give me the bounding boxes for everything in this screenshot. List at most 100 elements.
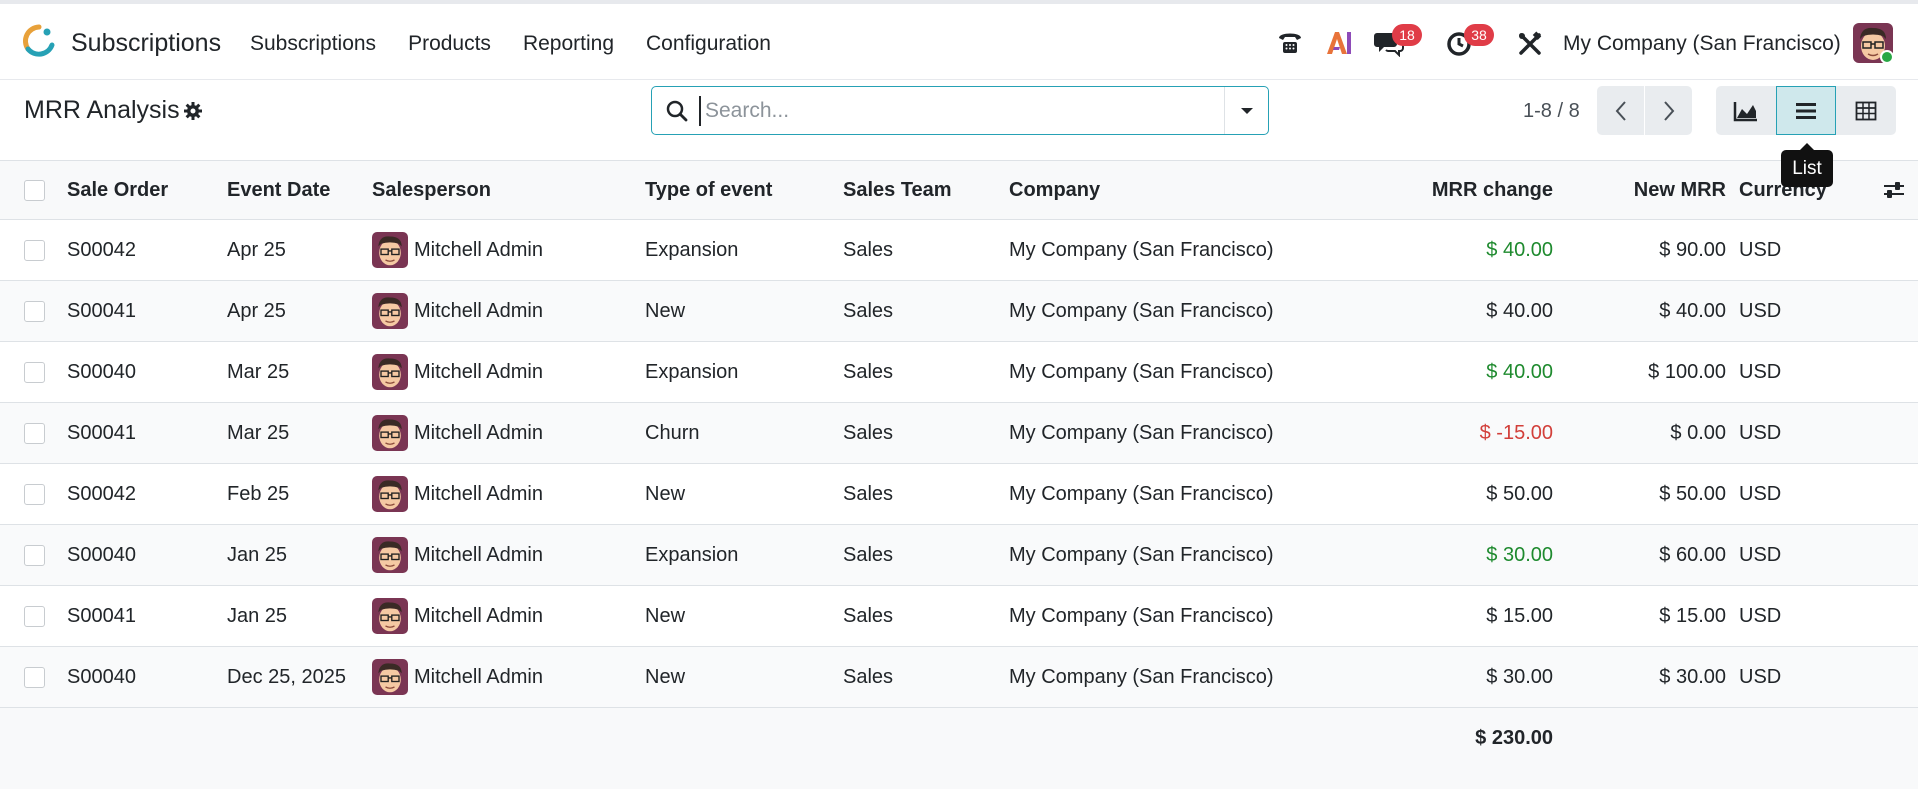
menu-subscriptions[interactable]: Subscriptions	[250, 32, 376, 56]
table-row[interactable]: S00041 Jan 25 Mitchell Admin New Sales M…	[0, 586, 1918, 647]
list-view-button[interactable]	[1776, 86, 1836, 135]
salesperson-avatar[interactable]	[372, 232, 408, 268]
area-chart-icon	[1733, 101, 1757, 121]
row-checkbox[interactable]	[24, 606, 45, 627]
column-header-salesperson[interactable]: Salesperson	[372, 161, 491, 219]
pivot-view-button[interactable]	[1836, 86, 1896, 135]
column-header-company[interactable]: Company	[1009, 161, 1100, 219]
company-switcher[interactable]: My Company (San Francisco)	[1563, 32, 1841, 56]
cell-sales-team: Sales	[843, 421, 894, 444]
subscriptions-logo-icon[interactable]	[22, 24, 56, 58]
column-header-event-date[interactable]: Event Date	[227, 161, 330, 219]
tooltip-arrow	[1800, 143, 1814, 150]
select-all-checkbox[interactable]	[24, 180, 45, 201]
cell-new-mrr: $ 30.00	[1659, 665, 1726, 688]
column-header-sale-order[interactable]: Sale Order	[67, 161, 168, 219]
table-row[interactable]: S00042 Apr 25 Mitchell Admin Expansion S…	[0, 220, 1918, 281]
cell-sales-team: Sales	[843, 543, 894, 566]
cell-type-of-event: New	[645, 482, 686, 505]
column-header-type-of-event[interactable]: Type of event	[645, 161, 772, 219]
cell-event-date: Mar 25	[227, 421, 290, 444]
search-options-toggle[interactable]	[1224, 87, 1268, 134]
menu-reporting[interactable]: Reporting	[523, 32, 614, 56]
column-header-new-mrr[interactable]: New MRR	[1560, 161, 1726, 219]
cell-salesperson: Mitchell Admin	[372, 586, 543, 646]
row-checkbox[interactable]	[24, 362, 45, 383]
cell-event-date: Jan 25	[227, 543, 288, 566]
pager-next-button[interactable]	[1645, 86, 1692, 135]
cell-event-date: Mar 25	[227, 360, 290, 383]
salesperson-name: Mitchell Admin	[414, 665, 543, 688]
cell-company: My Company (San Francisco)	[1009, 482, 1274, 505]
menu-products[interactable]: Products	[408, 32, 491, 56]
salesperson-avatar[interactable]	[372, 598, 408, 634]
cell-salesperson: Mitchell Admin	[372, 525, 543, 585]
avatar-image-icon	[372, 354, 408, 390]
search-bar	[651, 86, 1269, 135]
cell-sales-team: Sales	[843, 604, 894, 627]
graph-view-button[interactable]	[1716, 86, 1776, 135]
salesperson-avatar[interactable]	[372, 293, 408, 329]
table-row[interactable]: S00041 Mar 25 Mitchell Admin Churn Sales…	[0, 403, 1918, 464]
row-checkbox[interactable]	[24, 667, 45, 688]
row-checkbox[interactable]	[24, 484, 45, 505]
cell-new-mrr: $ 100.00	[1648, 360, 1726, 383]
salesperson-avatar[interactable]	[372, 476, 408, 512]
cell-mrr-change: $ 40.00	[1486, 238, 1553, 261]
row-checkbox[interactable]	[24, 301, 45, 322]
row-checkbox[interactable]	[24, 423, 45, 444]
app-name[interactable]: Subscriptions	[71, 29, 221, 58]
main-menu: Subscriptions Products Reporting Configu…	[250, 32, 803, 56]
column-header-sales-team[interactable]: Sales Team	[843, 161, 952, 219]
cell-currency: USD	[1739, 360, 1782, 383]
column-header-mrr-change[interactable]: MRR change	[1300, 161, 1553, 219]
mrr-list-table: Sale Order Event Date Salesperson Type o…	[0, 160, 1918, 768]
table-row[interactable]: S00040 Jan 25 Mitchell Admin Expansion S…	[0, 525, 1918, 586]
page-title[interactable]: MRR Analysis	[24, 96, 180, 125]
cell-type-of-event: Expansion	[645, 360, 739, 383]
table-row[interactable]: S00041 Apr 25 Mitchell Admin New Sales M…	[0, 281, 1918, 342]
row-checkbox[interactable]	[24, 240, 45, 261]
table-body: S00042 Apr 25 Mitchell Admin Expansion S…	[0, 220, 1918, 708]
cell-event-date: Dec 25, 2025	[227, 665, 346, 688]
chevron-left-icon	[1615, 100, 1626, 121]
salesperson-name: Mitchell Admin	[414, 543, 543, 566]
cell-salesperson: Mitchell Admin	[372, 403, 543, 463]
cell-sale-order: S00042	[67, 482, 136, 505]
cell-sale-order: S00042	[67, 238, 136, 261]
search-input[interactable]	[699, 96, 1199, 126]
table-row[interactable]: S00042 Feb 25 Mitchell Admin New Sales M…	[0, 464, 1918, 525]
pager-value[interactable]: 1-8 / 8	[1523, 100, 1580, 123]
row-checkbox[interactable]	[24, 545, 45, 566]
salesperson-avatar[interactable]	[372, 415, 408, 451]
table-row[interactable]: S00040 Dec 25, 2025 Mitchell Admin New S…	[0, 647, 1918, 708]
search-icon[interactable]	[666, 100, 688, 122]
salesperson-name: Mitchell Admin	[414, 238, 543, 261]
cell-mrr-change: $ 50.00	[1486, 482, 1553, 505]
tools-icon[interactable]	[1517, 31, 1543, 57]
cell-salesperson: Mitchell Admin	[372, 647, 543, 707]
avatar-image-icon	[372, 476, 408, 512]
salesperson-avatar[interactable]	[372, 354, 408, 390]
pager-previous-button[interactable]	[1597, 86, 1644, 135]
table-row[interactable]: S00040 Mar 25 Mitchell Admin Expansion S…	[0, 342, 1918, 403]
list-view-tooltip: List	[1781, 150, 1833, 187]
salesperson-name: Mitchell Admin	[414, 360, 543, 383]
salesperson-avatar[interactable]	[372, 659, 408, 695]
cell-company: My Company (San Francisco)	[1009, 665, 1274, 688]
phone-icon[interactable]	[1276, 28, 1304, 56]
cell-type-of-event: Churn	[645, 421, 700, 444]
avatar-image-icon	[372, 293, 408, 329]
cell-sale-order: S00040	[67, 543, 136, 566]
menu-configuration[interactable]: Configuration	[646, 32, 771, 56]
top-navbar: Subscriptions Subscriptions Products Rep…	[0, 0, 1918, 80]
cell-company: My Company (San Francisco)	[1009, 543, 1274, 566]
cell-event-date: Feb 25	[227, 482, 290, 505]
gear-icon[interactable]	[183, 101, 203, 121]
cell-sale-order: S00041	[67, 299, 136, 322]
table-footer: $ 230.00	[0, 708, 1918, 768]
ai-icon[interactable]	[1325, 30, 1353, 56]
optional-columns-toggle[interactable]	[1883, 161, 1905, 219]
salesperson-avatar[interactable]	[372, 537, 408, 573]
cell-mrr-change: $ 30.00	[1486, 543, 1553, 566]
